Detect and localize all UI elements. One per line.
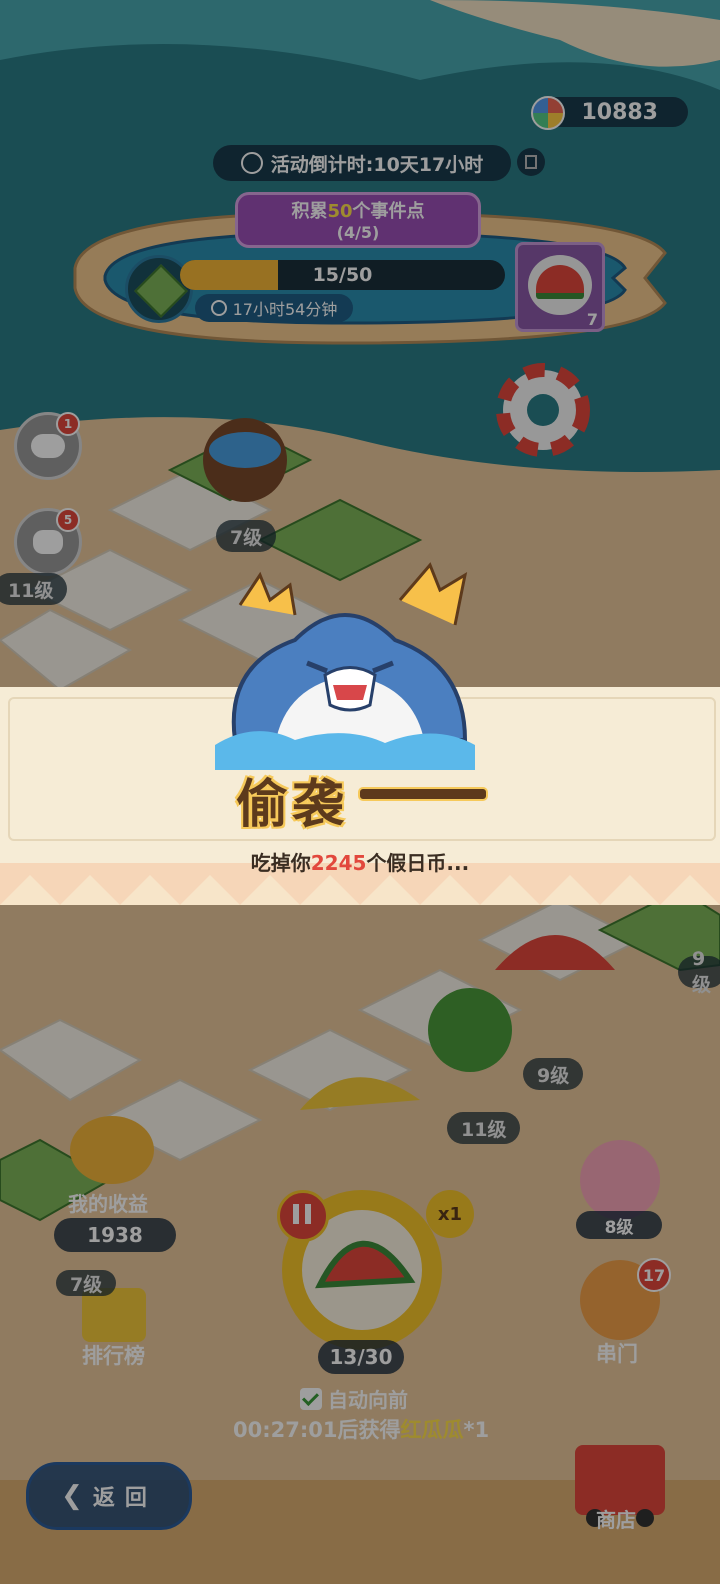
chat-bubble-icon: [31, 434, 65, 458]
event-countdown: 活动倒计时:10天17小时: [213, 145, 511, 181]
back-button[interactable]: ❮ 返回: [26, 1462, 192, 1530]
friends-badge: 5: [56, 508, 80, 532]
shark-mascot: [215, 562, 475, 770]
moon-level[interactable]: 8级: [576, 1211, 662, 1239]
tile-level-label: 9级: [523, 1058, 584, 1090]
auto-reward-timer: 00:27:01后获得红瓜瓜*1: [233, 1418, 490, 1442]
shop-button[interactable]: 商店: [596, 1504, 636, 1533]
chevron-left-icon: ❮: [61, 1481, 83, 1511]
event-reward-slot[interactable]: 7: [515, 242, 605, 332]
earnings-value: 1938: [54, 1218, 176, 1252]
chat-badge: 1: [56, 412, 80, 436]
info-book-icon[interactable]: [517, 148, 545, 176]
pause-button[interactable]: [277, 1190, 329, 1242]
auto-advance-toggle[interactable]: 自动向前: [300, 1384, 408, 1413]
clock-icon: [240, 152, 263, 174]
clock-icon: [210, 300, 227, 316]
event-progress-bar: 15/50: [180, 260, 505, 290]
popup-message: 吃掉你2245个假日币...: [250, 851, 470, 875]
tile-level-label: 9级: [678, 948, 720, 996]
tile-level-label: 11级: [447, 1112, 521, 1144]
event-step: (4/5): [336, 223, 380, 242]
earnings-label: 我的收益: [68, 1192, 148, 1216]
tile-level-label: 7级: [56, 1270, 117, 1296]
countdown-label: 活动倒计时:10天17小时: [270, 153, 484, 176]
rainbow-coin-icon: [531, 96, 565, 130]
popup-title-dash: [358, 787, 488, 801]
leaderboard-button[interactable]: 排行榜: [82, 1340, 145, 1370]
visit-badge: 17: [637, 1258, 671, 1292]
event-timer: 17小时54分钟: [195, 294, 353, 322]
event-progress-text: 15/50: [312, 264, 373, 286]
visit-button[interactable]: 串门: [596, 1338, 638, 1368]
tile-level-label: 11级: [0, 573, 68, 605]
rabbit-icon: [33, 530, 63, 554]
event-panel: 积累50个事件点 (4/5) 15/50 17小时54分钟 7: [45, 192, 670, 348]
dice-count: 13/30: [318, 1340, 404, 1374]
event-goal-header: 积累50个事件点 (4/5): [235, 192, 481, 248]
reward-count: 7: [586, 310, 598, 329]
multiplier-button[interactable]: x1: [426, 1190, 474, 1238]
currency-value: 10883: [581, 99, 658, 125]
checkbox-checked-icon: [300, 1387, 322, 1410]
